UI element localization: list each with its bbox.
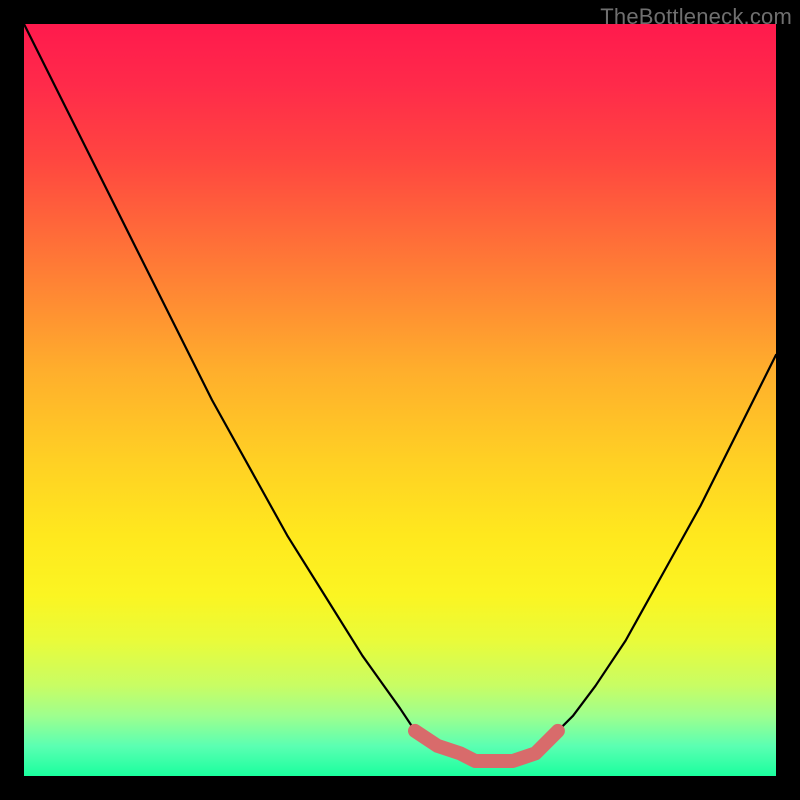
bottleneck-curve-svg bbox=[24, 24, 776, 776]
highlight-region-path bbox=[415, 731, 558, 761]
watermark-text: TheBottleneck.com bbox=[600, 4, 792, 30]
chart-frame: TheBottleneck.com bbox=[0, 0, 800, 800]
plot-area bbox=[24, 24, 776, 776]
bottleneck-curve-path bbox=[24, 24, 776, 761]
